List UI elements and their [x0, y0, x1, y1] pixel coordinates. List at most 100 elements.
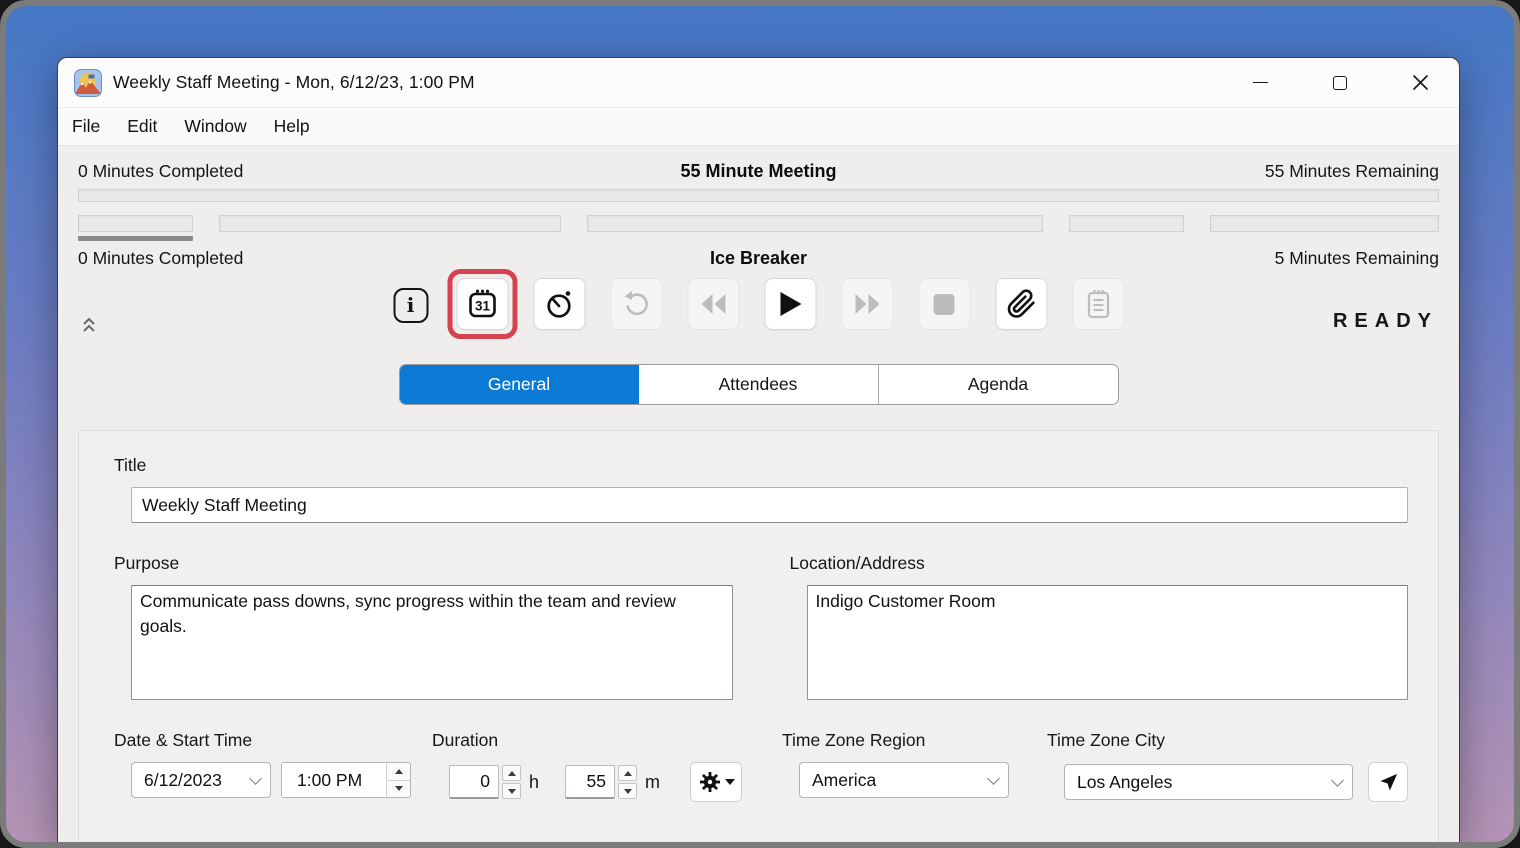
menu-edit[interactable]: Edit: [127, 116, 157, 137]
fast-forward-icon: [852, 292, 882, 316]
calendar-icon: 31: [465, 287, 499, 321]
location-textarea[interactable]: Indigo Customer Room: [807, 585, 1409, 700]
duration-hours-input[interactable]: 0: [449, 765, 499, 799]
progress-segment: [78, 215, 193, 241]
play-button[interactable]: [764, 278, 816, 330]
purpose-label: Purpose: [114, 553, 733, 574]
time-down-button[interactable]: [387, 781, 410, 798]
date-combobox[interactable]: 6/12/2023: [131, 762, 271, 798]
up-arrow-icon: [395, 769, 403, 774]
fast-forward-button[interactable]: [841, 278, 893, 330]
paperclip-icon: [1006, 289, 1036, 319]
tz-region-group: Time Zone Region America: [781, 730, 1009, 798]
stopwatch-icon: [543, 288, 575, 320]
date-start-time-label: Date & Start Time: [114, 730, 411, 751]
segment-completed-label: 0 Minutes Completed: [78, 248, 478, 269]
time-spinner[interactable]: 1:00 PM: [281, 762, 411, 798]
segment-progressbar: [78, 215, 1439, 241]
menu-bar: File Edit Window Help: [58, 108, 1459, 146]
tz-region-label: Time Zone Region: [782, 730, 1009, 751]
duration-settings-button[interactable]: [690, 762, 742, 802]
up-arrow-icon: [508, 771, 516, 776]
app-icon: [74, 69, 102, 97]
tz-city-label: Time Zone City: [1047, 730, 1408, 751]
hours-up-button[interactable]: [502, 765, 521, 781]
purpose-textarea[interactable]: Communicate pass downs, sync progress wi…: [131, 585, 733, 700]
progress-segment: [1069, 215, 1184, 241]
tab-attendees[interactable]: Attendees: [639, 365, 878, 404]
tz-city-combobox[interactable]: Los Angeles: [1064, 764, 1353, 800]
segment-title-label: Ice Breaker: [478, 248, 1038, 269]
toolbar: i 31: [78, 278, 1439, 344]
chevron-down-icon: [987, 772, 1000, 785]
calendar-button[interactable]: 31: [456, 278, 508, 330]
app-window: Weekly Staff Meeting - Mon, 6/12/23, 1:0…: [57, 57, 1460, 842]
window-titlebar: Weekly Staff Meeting - Mon, 6/12/23, 1:0…: [58, 58, 1459, 108]
rewind-icon: [698, 292, 728, 316]
meeting-progress-labels: 0 Minutes Completed 55 Minute Meeting 55…: [78, 161, 1439, 182]
reset-icon: [621, 289, 651, 319]
time-up-button[interactable]: [387, 763, 410, 781]
notes-button[interactable]: [1072, 278, 1124, 330]
up-arrow-icon: [624, 771, 632, 776]
down-arrow-icon: [624, 789, 632, 794]
maximize-icon: [1333, 76, 1347, 90]
date-start-time-group: Date & Start Time 6/12/2023 1:00 PM: [113, 730, 411, 798]
meeting-remaining-label: 55 Minutes Remaining: [1039, 161, 1439, 182]
down-arrow-icon: [395, 786, 403, 791]
tz-region-combobox[interactable]: America: [799, 762, 1009, 798]
collapse-chevrons-icon[interactable]: [82, 316, 96, 333]
hours-down-button[interactable]: [502, 783, 521, 799]
status-badge: READY: [1333, 310, 1438, 333]
calendar-highlight-annotation: 31: [447, 269, 517, 339]
maximize-button[interactable]: [1331, 74, 1349, 92]
stop-button[interactable]: [918, 278, 970, 330]
tab-agenda[interactable]: Agenda: [878, 365, 1118, 404]
window-title: Weekly Staff Meeting - Mon, 6/12/23, 1:0…: [113, 72, 475, 93]
close-button[interactable]: [1411, 74, 1429, 92]
tab-bar: General Attendees Agenda: [399, 364, 1119, 405]
reset-button[interactable]: [610, 278, 662, 330]
attachment-button[interactable]: [995, 278, 1047, 330]
time-value: 1:00 PM: [282, 763, 386, 797]
locate-timezone-button[interactable]: [1368, 762, 1408, 802]
menu-help[interactable]: Help: [274, 116, 310, 137]
info-button[interactable]: i: [393, 288, 428, 323]
title-label: Title: [114, 455, 1408, 476]
stop-icon: [934, 294, 955, 315]
down-arrow-icon: [508, 789, 516, 794]
gear-icon: [698, 770, 722, 794]
close-icon: [1412, 74, 1429, 91]
minutes-unit-label: m: [645, 772, 660, 793]
stopwatch-button[interactable]: [533, 278, 585, 330]
minutes-down-button[interactable]: [618, 783, 637, 799]
menu-file[interactable]: File: [72, 116, 100, 137]
segment-remaining-label: 5 Minutes Remaining: [1039, 248, 1439, 269]
tz-city-group: Time Zone City Los Angeles: [1046, 730, 1408, 802]
tz-city-value: Los Angeles: [1077, 772, 1333, 793]
chevron-down-icon: [1331, 774, 1344, 787]
general-form-panel: Title Purpose Communicate pass downs, sy…: [78, 430, 1439, 842]
rewind-button[interactable]: [687, 278, 739, 330]
minimize-button[interactable]: [1251, 74, 1269, 92]
duration-group: Duration 0 h 55: [431, 730, 742, 802]
title-input[interactable]: [131, 487, 1408, 523]
duration-label: Duration: [432, 730, 742, 751]
notes-icon: [1083, 288, 1113, 320]
menu-window[interactable]: Window: [184, 116, 246, 137]
minutes-up-button[interactable]: [618, 765, 637, 781]
svg-text:31: 31: [474, 299, 490, 314]
date-value: 6/12/2023: [144, 770, 251, 791]
dropdown-arrow-icon: [725, 779, 735, 785]
progress-segment: [1210, 215, 1439, 241]
duration-minutes-input[interactable]: 55: [565, 765, 615, 799]
chevron-down-icon: [249, 772, 262, 785]
meeting-progressbar: [78, 189, 1439, 202]
tab-general[interactable]: General: [400, 365, 639, 404]
segment-progress-labels: 0 Minutes Completed Ice Breaker 5 Minute…: [78, 248, 1439, 269]
play-icon: [777, 290, 803, 318]
progress-segment: [219, 215, 561, 241]
navigation-arrow-icon: [1377, 771, 1400, 794]
location-label: Location/Address: [790, 553, 1409, 574]
tz-region-value: America: [812, 770, 989, 791]
